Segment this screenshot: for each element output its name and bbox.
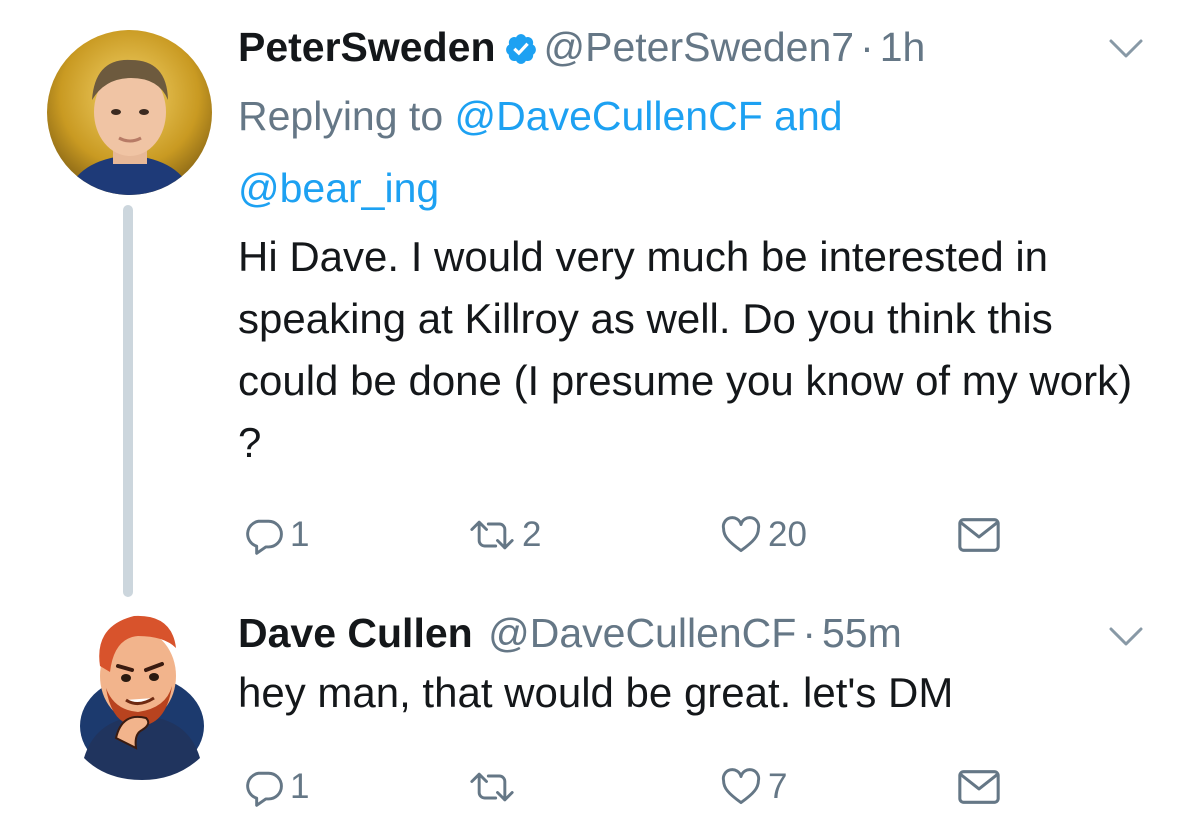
chevron-down-icon[interactable] bbox=[1108, 626, 1144, 653]
reply-button[interactable]: 1 bbox=[242, 762, 309, 812]
separator-dot: · bbox=[860, 24, 874, 70]
tweet-actions: 1 7 bbox=[238, 762, 1018, 812]
retweet-count: 2 bbox=[522, 515, 542, 554]
reply-count: 1 bbox=[290, 515, 310, 554]
tweet-text: hey man, that would be great. let's DM bbox=[238, 669, 954, 716]
tweet-actions: 1 2 20 bbox=[238, 510, 1018, 560]
reply-icon bbox=[242, 513, 286, 557]
avatar-peter-sweden-image bbox=[47, 30, 212, 195]
tweet-timestamp[interactable]: 1h bbox=[880, 24, 926, 70]
display-name[interactable]: Dave Cullen bbox=[238, 610, 473, 656]
tweet-header: Dave Cullen @DaveCullenCF · 55m bbox=[238, 608, 902, 658]
display-name[interactable]: PeterSweden bbox=[238, 24, 496, 70]
like-icon bbox=[718, 765, 764, 809]
avatar-peter-sweden[interactable] bbox=[47, 30, 212, 195]
thread-connector-line bbox=[123, 205, 133, 597]
chevron-down-icon[interactable] bbox=[1108, 38, 1144, 65]
replying-to: Replying to @DaveCullenCF and @bear_ing bbox=[238, 80, 1138, 224]
dm-icon bbox=[956, 515, 1002, 555]
tweet-header: PeterSweden @PeterSweden7 · 1h bbox=[238, 22, 925, 77]
avatar-dave-cullen[interactable] bbox=[76, 608, 206, 780]
reply-count: 1 bbox=[290, 767, 310, 806]
retweet-button[interactable]: 2 bbox=[466, 510, 541, 560]
like-count: 20 bbox=[768, 515, 807, 554]
verified-badge-icon bbox=[504, 27, 538, 77]
retweet-icon bbox=[466, 513, 518, 557]
avatar-dave-cullen-image bbox=[80, 615, 204, 780]
reply-button[interactable]: 1 bbox=[242, 510, 309, 560]
tweet-timestamp[interactable]: 55m bbox=[822, 610, 902, 656]
like-button[interactable]: 7 bbox=[718, 762, 787, 812]
like-count: 7 bbox=[768, 767, 788, 806]
reply-mention-davecullencf[interactable]: @DaveCullenCF bbox=[455, 93, 763, 139]
reply-icon bbox=[242, 765, 286, 809]
retweet-icon bbox=[466, 765, 518, 809]
user-handle[interactable]: @DaveCullenCF bbox=[488, 610, 796, 656]
tweet-text: Hi Dave. I would very much be interested… bbox=[238, 233, 1133, 466]
retweet-button[interactable] bbox=[466, 762, 522, 812]
like-icon bbox=[718, 513, 764, 557]
user-handle[interactable]: @PeterSweden7 bbox=[544, 24, 855, 70]
reply-mention-and[interactable]: and bbox=[774, 93, 842, 139]
direct-message-button[interactable] bbox=[956, 510, 1002, 560]
dm-icon bbox=[956, 767, 1002, 807]
direct-message-button[interactable] bbox=[956, 762, 1002, 812]
like-button[interactable]: 20 bbox=[718, 510, 807, 560]
reply-mention-bear-ing[interactable]: @bear_ing bbox=[238, 165, 439, 211]
separator-dot: · bbox=[802, 610, 816, 656]
replying-prefix: Replying to bbox=[238, 93, 444, 139]
